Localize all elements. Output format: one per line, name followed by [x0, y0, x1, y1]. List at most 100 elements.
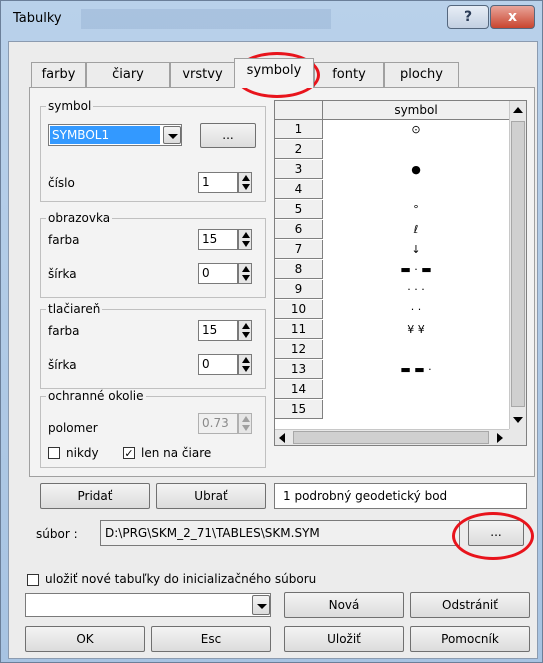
grid-hscrollbar[interactable] — [275, 429, 509, 445]
help-icon: ? — [463, 9, 473, 25]
add-button[interactable]: Pridať — [40, 483, 150, 509]
grid-symbol-cell[interactable]: · · — [323, 300, 509, 319]
scroll-up-icon[interactable] — [513, 107, 523, 113]
scroll-left-icon[interactable] — [279, 433, 285, 443]
symbol-preview: ▬ ▬ · — [400, 363, 432, 376]
symbol-browse-button[interactable]: ... — [200, 123, 256, 148]
tlaciaren-group-label: tlačiareň — [46, 302, 103, 316]
grid-symbol-cell[interactable]: ° — [323, 200, 509, 219]
tab-panel: symbol SYMBOL1 ... číslo 1 obrazovka far… — [29, 87, 535, 546]
remove-button[interactable]: Ubrať — [156, 483, 266, 509]
symbol-select-value: SYMBOL1 — [50, 126, 160, 144]
grid-symbol-cell[interactable] — [323, 140, 509, 159]
grid-symbol-cell[interactable]: ¥ ¥ — [323, 320, 509, 339]
tlaciaren-sirka-spinner[interactable] — [238, 354, 252, 375]
scroll-corner — [509, 429, 526, 445]
grid-row-header[interactable]: 15 — [275, 400, 323, 419]
save-button[interactable]: Uložiť — [284, 626, 404, 652]
obrazovka-farba-spinner[interactable] — [238, 229, 252, 250]
grid-vscrollbar[interactable] — [509, 101, 526, 429]
cislo-input[interactable]: 1 — [198, 172, 238, 193]
polomer-label: polomer — [48, 421, 98, 435]
tlaciaren-farba-input[interactable]: 15 — [198, 320, 238, 341]
help-dialog-button[interactable]: Pomocník — [410, 626, 530, 652]
tlaciaren-farba-spinner[interactable] — [238, 320, 252, 341]
scroll-down-icon[interactable] — [513, 417, 523, 423]
grid-row-header[interactable]: 14 — [275, 380, 323, 399]
grid-row-header[interactable]: 9 — [275, 280, 323, 299]
grid-symbol-cell[interactable] — [323, 180, 509, 199]
obrazovka-farba-input[interactable]: 15 — [198, 229, 238, 250]
save-tables-checkbox[interactable] — [27, 574, 39, 586]
grid-symbol-cell[interactable] — [323, 400, 509, 419]
tab-symboly[interactable]: symboly — [234, 58, 314, 88]
grid-row-header[interactable]: 3 — [275, 160, 323, 179]
ok-button[interactable]: OK — [25, 626, 145, 652]
tab-ciary[interactable]: čiary — [86, 62, 170, 88]
grid-symbol-cell[interactable] — [323, 380, 509, 399]
symbol-grid[interactable]: symbol 1 ⊙ 2 3 ● 4 5 ° 6 ℓ 7 ↓ 8 ▬ · ▬ 9 · · · 10 · · 11 ¥ … — [274, 100, 527, 446]
grid-row-header[interactable]: 11 — [275, 320, 323, 339]
grid-row-header[interactable]: 7 — [275, 240, 323, 259]
nikdy-checkbox[interactable] — [48, 447, 60, 459]
dialog-window: Tabulky ? x farby čiary vrstvy symboly f… — [0, 0, 543, 663]
symbol-select[interactable]: SYMBOL1 — [48, 124, 182, 146]
help-button[interactable]: ? — [447, 5, 489, 29]
obrazovka-group-label: obrazovka — [46, 211, 113, 225]
esc-button[interactable]: Esc — [151, 626, 271, 652]
scroll-thumb[interactable] — [511, 121, 525, 407]
grid-column-header: symbol — [323, 101, 509, 120]
combo-chevron-down-icon[interactable] — [252, 595, 270, 615]
tab-fonty[interactable]: fonty — [314, 62, 384, 88]
grid-row-header[interactable]: 4 — [275, 180, 323, 199]
delete-button[interactable]: Odstrániť — [410, 592, 530, 618]
titlebar-blur — [81, 9, 331, 29]
symbol-preview: ℓ — [413, 223, 419, 236]
new-button[interactable]: Nová — [284, 592, 404, 618]
polomer-input[interactable]: 0.73 — [198, 413, 238, 434]
grid-symbol-cell[interactable] — [323, 340, 509, 359]
save-tables-label: uložiť nové tabuľky do inicializačného s… — [45, 572, 317, 586]
subor-path[interactable]: D:\PRG\SKM_2_71\TABLES\SKM.SYM — [100, 520, 460, 546]
window-title: Tabulky — [13, 11, 62, 26]
grid-row-header[interactable]: 6 — [275, 220, 323, 239]
grid-symbol-cell[interactable]: ℓ — [323, 220, 509, 239]
symbol-preview: ¥ ¥ — [407, 323, 425, 336]
grid-row-header[interactable]: 5 — [275, 200, 323, 219]
tab-plochy[interactable]: plochy — [384, 62, 459, 88]
tlaciaren-farba-label: farba — [48, 324, 80, 338]
annotation-circle-browse — [452, 512, 534, 560]
grid-row-header[interactable]: 1 — [275, 120, 323, 139]
tab-farby[interactable]: farby — [31, 62, 86, 88]
titlebar[interactable]: Tabulky ? x — [1, 1, 542, 37]
tlaciaren-sirka-input[interactable]: 0 — [198, 354, 238, 375]
grid-row-header[interactable]: 13 — [275, 360, 323, 379]
grid-symbol-cell[interactable]: ▬ · ▬ — [323, 260, 509, 279]
tab-vrstvy[interactable]: vrstvy — [170, 62, 235, 88]
nikdy-label: nikdy — [66, 446, 99, 460]
obrazovka-sirka-spinner[interactable] — [238, 263, 252, 284]
symbol-description[interactable]: 1 podrobný geodetický bod — [274, 483, 527, 509]
grid-symbol-cell[interactable]: · · · — [323, 280, 509, 299]
grid-symbol-cell[interactable]: ● — [323, 160, 509, 179]
hscroll-thumb[interactable] — [293, 431, 489, 444]
grid-row-header[interactable]: 10 — [275, 300, 323, 319]
grid-symbol-cell[interactable]: ▬ ▬ · — [323, 360, 509, 379]
len-na-ciare-checkbox[interactable]: ✓ — [123, 447, 135, 459]
grid-symbol-cell[interactable]: ↓ — [323, 240, 509, 259]
grid-row-header[interactable]: 2 — [275, 140, 323, 159]
cislo-spinner[interactable] — [238, 172, 252, 193]
len-na-ciare-label: len na čiare — [141, 446, 212, 460]
close-button[interactable]: x — [490, 5, 535, 29]
grid-row-header[interactable]: 12 — [275, 340, 323, 359]
bottom-combo[interactable] — [25, 593, 271, 617]
obrazovka-sirka-input[interactable]: 0 — [198, 263, 238, 284]
grid-symbol-cell[interactable]: ⊙ — [323, 120, 509, 139]
grid-row-header[interactable]: 8 — [275, 260, 323, 279]
polomer-spinner[interactable] — [238, 413, 252, 434]
scroll-right-icon[interactable] — [497, 433, 503, 443]
check-icon: ✓ — [124, 447, 134, 460]
symbol-group-label: symbol — [46, 99, 94, 113]
chevron-down-icon[interactable] — [163, 126, 181, 144]
tlaciaren-sirka-label: šírka — [48, 358, 77, 372]
